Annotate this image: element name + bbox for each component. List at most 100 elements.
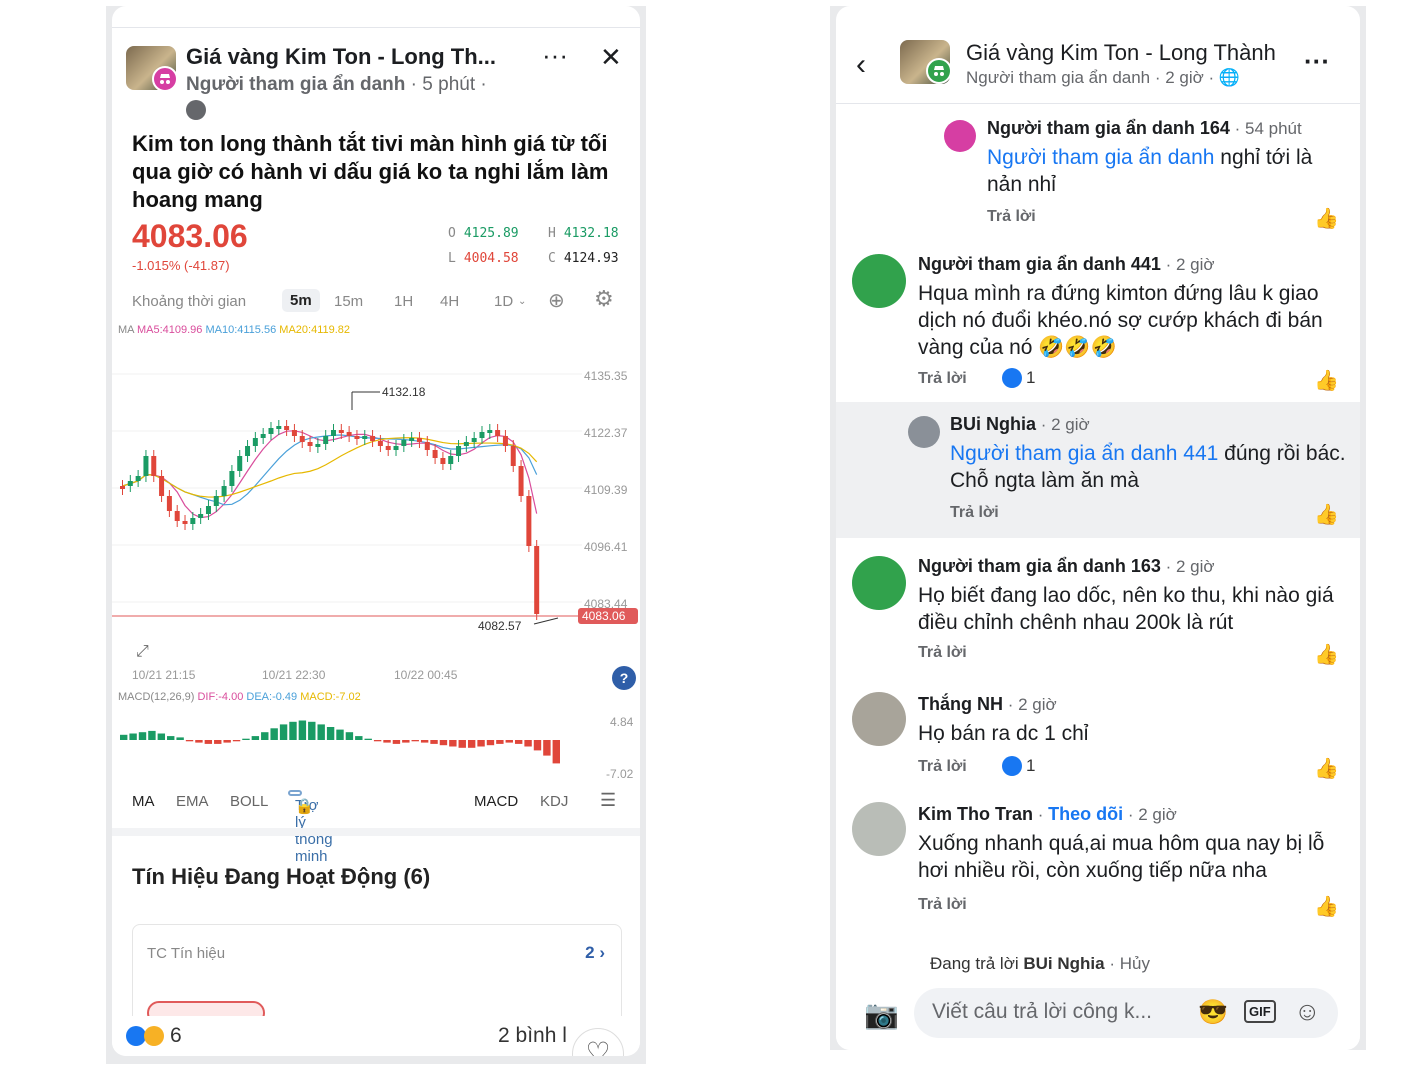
chevron-down-icon[interactable]: ⌄ bbox=[518, 296, 526, 307]
comment-time: 2 giờ bbox=[1176, 255, 1215, 274]
comment-count[interactable]: 2 bình l bbox=[498, 1024, 567, 1048]
macd-bar bbox=[336, 729, 344, 740]
like-thumb-icon[interactable]: 👍 bbox=[1314, 894, 1339, 919]
like-thumb-icon[interactable]: 👍 bbox=[1314, 642, 1339, 667]
avatar-sticker-icon[interactable]: 😎 bbox=[1198, 998, 1228, 1027]
author-name[interactable]: Người tham gia ẩn danh 163 bbox=[918, 556, 1161, 576]
comment-author[interactable]: Người tham gia ẩn danh 163 · 2 giờ bbox=[918, 556, 1215, 577]
author-name[interactable]: Người tham gia ẩn danh bbox=[186, 74, 405, 95]
candle bbox=[463, 442, 469, 446]
candle bbox=[354, 436, 360, 439]
candle bbox=[377, 441, 383, 446]
anonymous-avatar-icon[interactable] bbox=[852, 254, 906, 308]
close-icon[interactable]: ✕ bbox=[600, 42, 622, 73]
tab-smart-assistant[interactable]: Trợ lý thông minh 🔒 bbox=[288, 790, 333, 865]
tf-4h[interactable]: 4H bbox=[440, 293, 459, 310]
cancel-reply-button[interactable]: Hủy bbox=[1120, 954, 1150, 973]
signal-card[interactable]: TC Tín hiệu 2 › bbox=[132, 924, 622, 1025]
reaction-count[interactable]: 6 bbox=[170, 1024, 182, 1048]
candle bbox=[479, 432, 485, 438]
like-count[interactable]: 1 bbox=[1002, 756, 1035, 776]
reply-button[interactable]: Trả lời bbox=[950, 504, 999, 522]
macd-legend: MACD(12,26,9) DIF:-4.00 DEA:-0.49 MACD:-… bbox=[118, 691, 361, 703]
user-avatar[interactable] bbox=[852, 802, 906, 856]
back-icon[interactable]: ‹ bbox=[856, 48, 866, 82]
author-name[interactable]: BUi Nghia bbox=[950, 414, 1036, 434]
crosshair-icon[interactable]: ⊕ bbox=[548, 288, 565, 313]
author-name[interactable]: Thắng NH bbox=[918, 694, 1003, 714]
more-options-icon[interactable]: ··· bbox=[1304, 46, 1330, 77]
tab-kdj[interactable]: KDJ bbox=[540, 793, 568, 810]
like-thumb-icon[interactable]: 👍 bbox=[1314, 368, 1339, 393]
macd-bar bbox=[138, 732, 147, 740]
gif-icon[interactable]: GIF bbox=[1244, 1000, 1276, 1023]
gear-icon[interactable]: ⚙ bbox=[594, 286, 614, 312]
author-name[interactable]: Người tham gia ẩn danh 164 bbox=[987, 118, 1230, 138]
candlestick-chart[interactable]: 4135.35 4122.37 4109.39 4096.41 4083.44 … bbox=[112, 346, 640, 676]
signal-count[interactable]: 2 › bbox=[585, 943, 605, 963]
like-thumb-icon[interactable]: 👍 bbox=[1314, 206, 1339, 231]
macd-bar bbox=[204, 740, 213, 744]
tf-5m[interactable]: 5m bbox=[282, 289, 320, 312]
expand-icon[interactable]: ⤢ bbox=[136, 643, 149, 660]
comment-author[interactable]: Người tham gia ẩn danh 441 · 2 giờ bbox=[918, 254, 1215, 275]
list-icon[interactable]: ☰ bbox=[600, 790, 616, 811]
macd-bar bbox=[552, 740, 560, 764]
camera-icon[interactable]: 📷 bbox=[864, 998, 899, 1031]
reply-button[interactable]: Trả lời bbox=[918, 644, 967, 662]
like-thumb-icon[interactable]: 👍 bbox=[1314, 502, 1339, 527]
comment-author[interactable]: Thắng NH · 2 giờ bbox=[918, 694, 1057, 715]
post-text: Kim ton long thành tắt tivi màn hình giá… bbox=[132, 131, 609, 212]
candle bbox=[299, 436, 305, 442]
reply-button[interactable]: Trả lời bbox=[987, 208, 1036, 226]
group-title[interactable]: Giá vàng Kim Ton - Long Thành bbox=[966, 40, 1276, 66]
candle bbox=[323, 436, 329, 444]
reply-button[interactable]: Trả lời bbox=[918, 758, 967, 776]
comment-author[interactable]: BUi Nghia · 2 giờ bbox=[950, 414, 1090, 435]
tf-15m[interactable]: 15m bbox=[334, 293, 363, 310]
comment-author[interactable]: Người tham gia ẩn danh 164 · 54 phút bbox=[987, 118, 1302, 139]
author-name[interactable]: Kim Tho Tran bbox=[918, 804, 1033, 824]
comment-time: 2 giờ bbox=[1018, 695, 1057, 714]
macd-bar bbox=[383, 740, 391, 743]
anonymous-avatar-icon[interactable] bbox=[852, 556, 906, 610]
low-label: L bbox=[448, 251, 456, 266]
heart-icon[interactable]: ♡ bbox=[572, 1028, 624, 1056]
candle bbox=[221, 486, 227, 496]
follow-link[interactable]: Theo dõi bbox=[1048, 804, 1123, 824]
comment-author[interactable]: Kim Tho Tran · Theo dõi · 2 giờ bbox=[918, 804, 1177, 825]
tab-ma[interactable]: MA bbox=[132, 793, 155, 810]
replying-prefix: Đang trả lời bbox=[930, 954, 1019, 973]
macd-tick-0: 4.84 bbox=[610, 715, 634, 729]
more-options-icon[interactable]: ··· bbox=[542, 40, 568, 71]
mention-link[interactable]: Người tham gia ẩn danh bbox=[987, 146, 1214, 169]
like-reaction-icon[interactable] bbox=[126, 1026, 146, 1046]
help-icon[interactable]: ? bbox=[612, 666, 636, 690]
candle bbox=[416, 438, 422, 442]
anonymous-avatar-icon[interactable] bbox=[944, 120, 976, 152]
haha-reaction-icon[interactable] bbox=[144, 1026, 164, 1046]
tab-macd[interactable]: MACD bbox=[474, 793, 518, 810]
user-avatar[interactable] bbox=[852, 692, 906, 746]
tf-1d[interactable]: 1D bbox=[494, 293, 513, 310]
reply-input[interactable]: Viết câu trả lời công k... 😎 GIF ☺ bbox=[914, 988, 1338, 1038]
user-avatar[interactable] bbox=[908, 416, 940, 448]
post-time[interactable]: 5 phút bbox=[422, 74, 475, 95]
like-thumb-icon[interactable]: 👍 bbox=[1314, 756, 1339, 781]
reply-button[interactable]: Trả lời bbox=[918, 896, 967, 914]
candle bbox=[120, 486, 125, 489]
emoji-icon[interactable]: ☺ bbox=[1294, 996, 1321, 1027]
mention-link[interactable]: Người tham gia ẩn danh 441 bbox=[950, 442, 1218, 465]
author-name[interactable]: Người tham gia ẩn danh 441 bbox=[918, 254, 1161, 274]
tab-ema[interactable]: EMA bbox=[176, 793, 209, 810]
reply-button[interactable]: Trả lời bbox=[918, 370, 967, 388]
x-tick-1: 10/21 22:30 bbox=[262, 668, 326, 682]
macd-bar bbox=[289, 721, 297, 740]
low-marker-line bbox=[533, 617, 559, 625]
group-title[interactable]: Giá vàng Kim Ton - Long Th... bbox=[186, 44, 496, 70]
candle bbox=[409, 438, 415, 441]
comment-text: Xuống nhanh quá,ai mua hôm qua nay bị lỗ… bbox=[918, 832, 1325, 882]
tab-boll[interactable]: BOLL bbox=[230, 793, 268, 810]
tf-1h[interactable]: 1H bbox=[394, 293, 413, 310]
like-count[interactable]: 1 bbox=[1002, 368, 1035, 388]
